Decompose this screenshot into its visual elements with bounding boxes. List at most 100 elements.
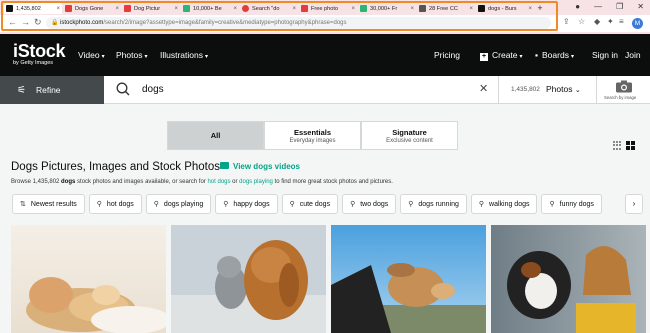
reload-icon[interactable]: ↻ <box>34 17 42 28</box>
back-icon[interactable]: ← <box>8 17 17 27</box>
nav-label: Boards <box>542 50 569 60</box>
tab-all[interactable]: All <box>167 121 264 150</box>
forward-icon[interactable]: → <box>21 17 30 27</box>
chevron-down-icon: ▾ <box>519 54 523 60</box>
browser-tab[interactable]: Free photo × <box>299 3 357 14</box>
related-search-chips: ⇅ Newest results ⚲ hot dogs ⚲ dogs playing … <box>12 194 602 214</box>
close-window-icon[interactable]: ✕ <box>637 2 644 11</box>
tab-title: 30,000+ Fr <box>370 5 398 12</box>
close-tab-icon[interactable]: × <box>528 6 532 12</box>
close-tab-icon[interactable]: × <box>56 6 60 12</box>
search-icon: ⚲ <box>478 201 485 208</box>
puzzle-icon[interactable]: ✦ <box>607 17 614 26</box>
istock-logo[interactable]: iStock by Getty Images <box>13 42 66 67</box>
result-image-cat-dog[interactable] <box>171 225 326 333</box>
url-path: /search/2/image?assettype=image&family=c… <box>103 20 347 26</box>
browser-chrome: 1,435,802 × Dogs Gone × Dog Pictur × 10,000… <box>0 0 650 34</box>
result-image-woman-dog[interactable] <box>491 225 646 333</box>
result-image-dog-car[interactable] <box>331 225 486 333</box>
bookmark-star-icon[interactable]: ☆ <box>578 17 585 26</box>
chevron-down-icon: ▾ <box>205 54 209 60</box>
browser-tab[interactable]: 10,000+ Be × <box>181 3 239 14</box>
url-host: istockphoto.com <box>60 20 104 26</box>
site-favicon-icon <box>360 5 367 12</box>
search-icon <box>116 82 130 96</box>
close-tab-icon[interactable]: × <box>410 6 414 12</box>
extension-icon[interactable]: ◆ <box>594 17 600 26</box>
sliders-icon: ⇅ <box>20 201 26 208</box>
site-favicon-icon <box>419 5 426 12</box>
tab-label: Essentials <box>293 127 332 137</box>
chip-newest-results[interactable]: ⇅ Newest results <box>12 194 85 214</box>
content-tabs: All Essentials Everyday images Signature E… <box>167 121 458 150</box>
nav-boards[interactable]: ▪ Boards ▾ <box>535 50 574 60</box>
result-image-puppy-kitten[interactable] <box>11 225 166 333</box>
close-tab-icon[interactable]: × <box>351 6 355 12</box>
video-camera-icon <box>220 162 229 170</box>
search-input[interactable]: dogs <box>142 84 164 95</box>
minimize-icon[interactable]: — <box>594 2 602 11</box>
close-tab-icon[interactable]: × <box>292 6 296 12</box>
chip-hot-dogs[interactable]: ⚲ hot dogs <box>88 194 142 214</box>
nav-pricing[interactable]: Pricing <box>434 50 460 60</box>
browser-tab[interactable]: Dog Pictur × <box>122 3 180 14</box>
sign-in-link[interactable]: Sign in <box>592 50 618 60</box>
browser-tab[interactable]: Search "do × <box>240 3 298 14</box>
grid-small-view-icon[interactable] <box>613 141 622 150</box>
image-results <box>11 225 646 333</box>
boards-icon: ▪ <box>535 50 539 60</box>
browser-tab[interactable]: 30,000+ Fr × <box>358 3 416 14</box>
nav-create[interactable]: + Create ▾ <box>480 50 523 61</box>
address-bar[interactable]: 🔒 istockphoto.com/search/2/image?assettyp… <box>46 17 551 29</box>
hot-dogs-link[interactable]: hot dogs <box>207 179 230 185</box>
browse-description: Browse 1,435,802 dogs stock photos and i… <box>11 179 393 185</box>
camera-icon[interactable] <box>615 80 633 93</box>
nav-video[interactable]: Video ▾ <box>78 50 105 60</box>
chip-dogs-playing[interactable]: ⚲ dogs playing <box>145 194 212 214</box>
chip-dogs-running[interactable]: ⚲ dogs running <box>400 194 467 214</box>
close-tab-icon[interactable]: × <box>469 6 473 12</box>
new-tab-button[interactable]: + <box>535 3 545 14</box>
view-videos-link[interactable]: View dogs videos <box>220 162 300 171</box>
browser-tab-istock[interactable]: 1,435,802 × <box>4 3 62 14</box>
profile-avatar[interactable]: M <box>632 18 643 29</box>
chip-happy-dogs[interactable]: ⚲ happy dogs <box>215 194 278 214</box>
nav-photos[interactable]: Photos ▾ <box>116 50 147 60</box>
refine-button[interactable]: ⚟ Refine <box>0 76 104 104</box>
logo-subtext: by Getty Images <box>13 60 54 66</box>
close-tab-icon[interactable]: × <box>233 6 237 12</box>
tab-title: Free photo <box>311 5 339 12</box>
close-tab-icon[interactable]: × <box>115 6 119 12</box>
tab-signature[interactable]: Signature Exclusive content <box>361 121 458 150</box>
chevron-down-icon: ▾ <box>144 54 148 60</box>
grid-large-view-icon[interactable] <box>626 141 635 150</box>
browser-tab[interactable]: 28 Free CC × <box>417 3 475 14</box>
reading-list-icon[interactable]: ≡ <box>619 17 624 26</box>
nav-illustrations[interactable]: Illustrations ▾ <box>160 50 208 60</box>
browser-tab[interactable]: Dogs Gone × <box>63 3 121 14</box>
share-icon[interactable]: ⇪ <box>563 17 570 26</box>
clear-search-icon[interactable]: ✕ <box>479 82 488 95</box>
nav-label: Illustrations <box>160 50 203 60</box>
tab-title: Dogs Gone <box>75 5 104 12</box>
nav-label: Photos <box>116 50 143 60</box>
chip-cute-dogs[interactable]: ⚲ cute dogs <box>281 194 339 214</box>
dogs-playing-link[interactable]: dogs playing <box>239 179 273 185</box>
chip-label: two dogs <box>360 200 389 208</box>
join-link[interactable]: Join <box>625 50 641 60</box>
chip-two-dogs[interactable]: ⚲ two dogs <box>342 194 397 214</box>
media-type-select[interactable]: Photos ⌄ <box>546 84 581 94</box>
maximize-icon[interactable]: ❐ <box>616 2 623 11</box>
site-favicon-icon <box>301 5 308 12</box>
profile-menu-icon[interactable]: ● <box>575 2 580 11</box>
tab-title: dogs - Burs <box>488 5 517 12</box>
chip-funny-dogs[interactable]: ⚲ funny dogs <box>541 194 602 214</box>
browser-tab[interactable]: dogs - Burs × <box>476 3 534 14</box>
search-icon: ⚲ <box>408 201 414 208</box>
tab-essentials[interactable]: Essentials Everyday images <box>264 121 361 150</box>
chip-walking-dogs[interactable]: ⚲ walking dogs <box>470 194 538 214</box>
site-favicon-icon <box>478 5 485 12</box>
chips-next-button[interactable]: › <box>625 194 643 214</box>
close-tab-icon[interactable]: × <box>174 6 178 12</box>
search-icon: ⚲ <box>350 201 356 208</box>
